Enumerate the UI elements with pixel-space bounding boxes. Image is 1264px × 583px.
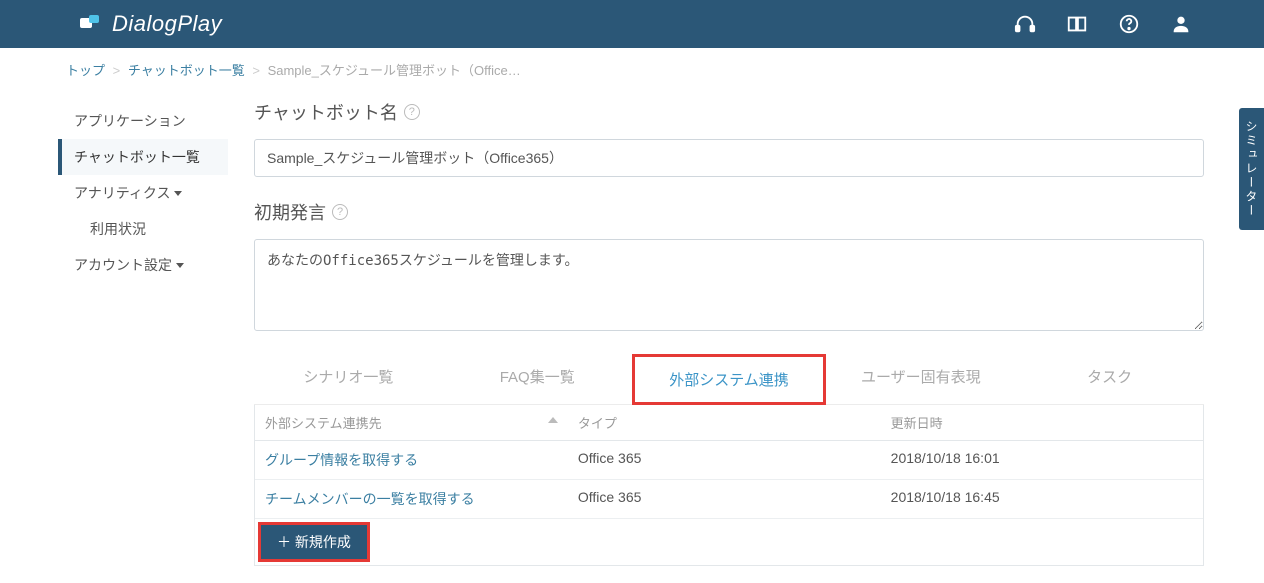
td-updated: 2018/10/18 16:01 <box>881 441 1203 479</box>
chatbot-name-label: チャットボット名 ? <box>254 99 1204 125</box>
breadcrumb: トップ > チャットボット一覧 > Sample_スケジュール管理ボット（Off… <box>0 48 1264 89</box>
caret-down-icon <box>176 263 184 268</box>
caret-down-icon <box>174 191 182 196</box>
sidebar-item-chatbot-list[interactable]: チャットボット一覧 <box>58 139 228 175</box>
row-link[interactable]: グループ情報を取得する <box>265 452 418 468</box>
table-footer: ＋ 新規作成 <box>255 519 1203 565</box>
breadcrumb-list[interactable]: チャットボット一覧 <box>128 63 245 78</box>
main: チャットボット名 ? 初期発言 ? シナリオ一覧 FAQ集一覧 外部システム連携… <box>238 89 1204 566</box>
help-badge-icon[interactable]: ? <box>332 204 348 220</box>
initial-utterance-label: 初期発言 ? <box>254 199 1204 225</box>
sidebar: アプリケーション チャットボット一覧 アナリティクス 利用状況 アカウント設定 <box>58 89 238 566</box>
tab-faq[interactable]: FAQ集一覧 <box>443 354 632 405</box>
table-row: グループ情報を取得する Office 365 2018/10/18 16:01 <box>255 441 1203 480</box>
row-link[interactable]: チームメンバーの一覧を取得する <box>265 491 475 507</box>
tabs: シナリオ一覧 FAQ集一覧 外部システム連携 ユーザー固有表現 タスク <box>254 354 1204 405</box>
th-label: 外部システム連携先 <box>265 416 382 431</box>
th-type[interactable]: タイプ <box>568 405 881 440</box>
label-text: 初期発言 <box>254 199 326 225</box>
breadcrumb-current: Sample_スケジュール管理ボット（Office… <box>268 63 521 78</box>
sidebar-item-analytics[interactable]: アナリティクス <box>58 175 228 211</box>
sort-asc-icon <box>548 417 558 423</box>
label-text: チャットボット名 <box>254 99 398 125</box>
tab-scenario[interactable]: シナリオ一覧 <box>254 354 443 405</box>
headset-icon[interactable] <box>1014 13 1036 35</box>
td-type: Office 365 <box>568 441 881 479</box>
table-header-row: 外部システム連携先 タイプ 更新日時 <box>255 405 1203 441</box>
chatbot-name-input[interactable] <box>254 139 1204 177</box>
td-name: チームメンバーの一覧を取得する <box>255 480 568 518</box>
breadcrumb-sep: > <box>113 63 121 78</box>
initial-utterance-textarea[interactable] <box>254 239 1204 331</box>
new-button[interactable]: ＋ 新規作成 <box>261 525 367 559</box>
td-updated: 2018/10/18 16:45 <box>881 480 1203 518</box>
sidebar-item-application[interactable]: アプリケーション <box>58 103 228 139</box>
sidebar-item-account[interactable]: アカウント設定 <box>58 247 228 283</box>
sidebar-item-label: チャットボット一覧 <box>74 147 200 167</box>
tab-external[interactable]: 外部システム連携 <box>632 354 827 405</box>
sidebar-item-label: 利用状況 <box>90 219 146 239</box>
th-updated[interactable]: 更新日時 <box>881 405 1203 440</box>
book-icon[interactable] <box>1066 13 1088 35</box>
tab-task[interactable]: タスク <box>1015 354 1204 405</box>
sidebar-item-label: アナリティクス <box>74 183 170 203</box>
td-type: Office 365 <box>568 480 881 518</box>
help-badge-icon[interactable]: ? <box>404 104 420 120</box>
sidebar-item-usage[interactable]: 利用状況 <box>58 211 228 247</box>
td-name: グループ情報を取得する <box>255 441 568 479</box>
sidebar-item-label: アカウント設定 <box>74 255 172 275</box>
topbar-right <box>1014 13 1252 35</box>
topbar: DialogPlay <box>0 0 1264 48</box>
tab-user-expression[interactable]: ユーザー固有表現 <box>826 354 1015 405</box>
logo-icon <box>80 15 102 33</box>
app-name: DialogPlay <box>112 11 222 37</box>
help-icon[interactable] <box>1118 13 1140 35</box>
breadcrumb-sep: > <box>252 63 260 78</box>
user-icon[interactable] <box>1170 13 1192 35</box>
simulator-tab[interactable]: シミュレーター <box>1239 108 1264 230</box>
table-row: チームメンバーの一覧を取得する Office 365 2018/10/18 16… <box>255 480 1203 519</box>
external-table: 外部システム連携先 タイプ 更新日時 グループ情報を取得する Office 36… <box>254 405 1204 566</box>
th-name[interactable]: 外部システム連携先 <box>255 405 568 440</box>
sidebar-item-label: アプリケーション <box>74 111 186 131</box>
breadcrumb-top[interactable]: トップ <box>66 63 105 78</box>
